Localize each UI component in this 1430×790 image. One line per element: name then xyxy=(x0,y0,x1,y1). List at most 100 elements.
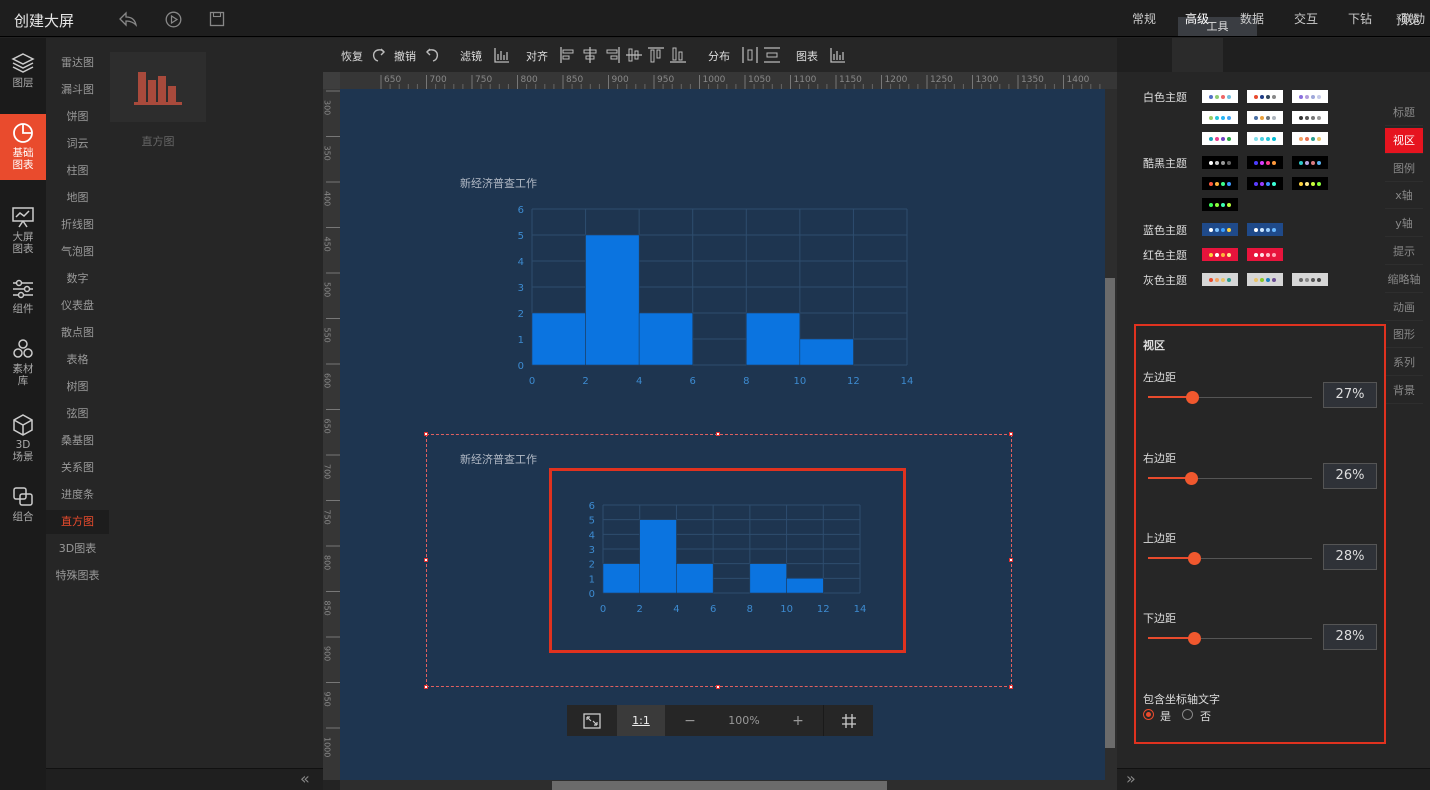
theme-swatch[interactable] xyxy=(1202,223,1238,236)
redo-button[interactable]: 恢复 xyxy=(341,48,363,64)
tab-drilldown[interactable]: 下钻 xyxy=(1348,10,1372,27)
top-margin-input[interactable]: 28% xyxy=(1323,544,1377,570)
zoom-out-button[interactable]: − xyxy=(665,705,715,736)
side-tab[interactable]: y轴 xyxy=(1385,211,1423,238)
histogram-chart-2[interactable]: 01234560 2 4 6 8 10 12 14 xyxy=(570,495,870,620)
collapse-right-icon[interactable]: » xyxy=(1126,769,1136,788)
category-item[interactable]: 漏斗图 xyxy=(46,78,109,102)
tab-linkage[interactable]: 联动 xyxy=(1401,10,1425,27)
nav-assets[interactable]: 素材 库 xyxy=(0,330,46,396)
category-item[interactable]: 进度条 xyxy=(46,483,109,507)
fit-screen-icon[interactable] xyxy=(567,705,617,736)
side-tab[interactable]: 标题 xyxy=(1385,100,1423,126)
tab-advanced[interactable]: 高级 xyxy=(1185,10,1209,27)
histogram-thumbnail[interactable] xyxy=(110,52,206,122)
distribute-v-icon[interactable] xyxy=(763,46,781,64)
category-item[interactable]: 折线图 xyxy=(46,213,109,237)
side-tab[interactable]: x轴 xyxy=(1385,183,1423,210)
nav-basic-charts[interactable]: 基础 图表 xyxy=(0,114,46,180)
theme-swatch[interactable] xyxy=(1292,111,1328,124)
side-tab[interactable]: 图形 xyxy=(1385,322,1423,349)
theme-swatch[interactable] xyxy=(1292,132,1328,145)
side-tab[interactable]: 提示 xyxy=(1385,239,1423,265)
top-margin-slider-knob[interactable] xyxy=(1187,552,1201,565)
undo-button[interactable]: 撤销 xyxy=(394,48,416,64)
nav-screen-charts[interactable]: 大屏 图表 xyxy=(0,198,46,264)
side-tab[interactable]: 图例 xyxy=(1385,156,1423,182)
category-item[interactable]: 散点图 xyxy=(46,321,109,345)
theme-swatch[interactable] xyxy=(1247,177,1283,190)
nav-3d-scene[interactable]: 3D 场景 xyxy=(0,406,46,472)
play-icon[interactable] xyxy=(163,9,183,29)
bottom-margin-input[interactable]: 28% xyxy=(1323,624,1377,650)
collapse-left-icon[interactable]: « xyxy=(300,769,310,788)
actual-size-button[interactable]: 1:1 xyxy=(617,705,665,736)
theme-swatch[interactable] xyxy=(1202,248,1238,261)
zoom-in-button[interactable]: + xyxy=(773,705,823,736)
theme-swatch[interactable] xyxy=(1202,156,1238,169)
theme-swatch[interactable] xyxy=(1202,132,1238,145)
resize-handle[interactable] xyxy=(424,685,428,689)
tab-data[interactable]: 数据 xyxy=(1240,10,1264,27)
category-item[interactable]: 地图 xyxy=(46,186,109,210)
theme-swatch[interactable] xyxy=(1292,177,1328,190)
theme-swatch[interactable] xyxy=(1202,111,1238,124)
theme-swatch[interactable] xyxy=(1247,223,1283,236)
theme-swatch[interactable] xyxy=(1292,90,1328,103)
align-bottom-icon[interactable] xyxy=(669,46,687,64)
resize-handle[interactable] xyxy=(1009,558,1013,562)
theme-swatch[interactable] xyxy=(1292,156,1328,169)
theme-swatch[interactable] xyxy=(1247,248,1283,261)
theme-swatch[interactable] xyxy=(1202,177,1238,190)
category-item[interactable]: 关系图 xyxy=(46,456,109,480)
align-left-icon[interactable] xyxy=(559,46,577,64)
theme-swatch[interactable] xyxy=(1247,132,1283,145)
chart-button[interactable]: 图表 xyxy=(796,48,818,64)
category-item[interactable]: 词云 xyxy=(46,132,109,156)
left-margin-input[interactable]: 27% xyxy=(1323,382,1377,408)
category-item[interactable]: 特殊图表 xyxy=(46,564,109,588)
resize-handle[interactable] xyxy=(716,432,720,436)
nav-group[interactable]: 组合 xyxy=(0,478,46,544)
filter-chart-icon[interactable] xyxy=(493,46,511,64)
filter-button[interactable]: 滤镜 xyxy=(460,48,482,64)
side-tab[interactable]: 背景 xyxy=(1385,378,1423,404)
align-button[interactable]: 对齐 xyxy=(526,48,548,64)
category-item[interactable]: 饼图 xyxy=(46,105,109,129)
histogram-chart-1[interactable]: 01234560 2 4 6 8 10 12 14 xyxy=(500,195,930,395)
category-item[interactable]: 雷达图 xyxy=(46,51,109,75)
vertical-scroll-thumb[interactable] xyxy=(1105,278,1115,748)
right-margin-input[interactable]: 26% xyxy=(1323,463,1377,489)
theme-swatch[interactable] xyxy=(1202,198,1238,211)
chart-icon[interactable] xyxy=(829,46,847,64)
align-top-icon[interactable] xyxy=(647,46,665,64)
category-item[interactable]: 桑基图 xyxy=(46,429,109,453)
side-tab[interactable]: 缩略轴 xyxy=(1385,267,1423,293)
distribute-h-icon[interactable] xyxy=(741,46,759,64)
category-item[interactable]: 弦图 xyxy=(46,402,109,426)
category-item[interactable]: 3D图表 xyxy=(46,537,109,561)
theme-swatch[interactable] xyxy=(1247,90,1283,103)
theme-swatch[interactable] xyxy=(1292,273,1328,286)
undo-icon[interactable] xyxy=(423,46,441,64)
category-item[interactable]: 气泡图 xyxy=(46,240,109,264)
tab-general[interactable]: 常规 xyxy=(1132,10,1156,27)
theme-swatch[interactable] xyxy=(1247,111,1283,124)
resize-handle[interactable] xyxy=(1009,432,1013,436)
theme-swatch[interactable] xyxy=(1202,273,1238,286)
nav-layers[interactable]: 图层 xyxy=(0,44,46,110)
nav-components[interactable]: 组件 xyxy=(0,270,46,336)
resize-handle[interactable] xyxy=(424,558,428,562)
grid-icon[interactable] xyxy=(823,705,873,736)
category-item[interactable]: 柱图 xyxy=(46,159,109,183)
back-icon[interactable] xyxy=(118,9,138,29)
bottom-margin-slider-knob[interactable] xyxy=(1187,632,1201,645)
theme-swatch[interactable] xyxy=(1247,156,1283,169)
resize-handle[interactable] xyxy=(1009,685,1013,689)
radio-no[interactable] xyxy=(1182,709,1193,720)
side-tab[interactable]: 动画 xyxy=(1385,295,1423,321)
resize-handle[interactable] xyxy=(424,432,428,436)
category-item[interactable]: 直方图 xyxy=(46,510,109,534)
tab-interaction[interactable]: 交互 xyxy=(1294,10,1318,27)
distribute-button[interactable]: 分布 xyxy=(708,48,730,64)
